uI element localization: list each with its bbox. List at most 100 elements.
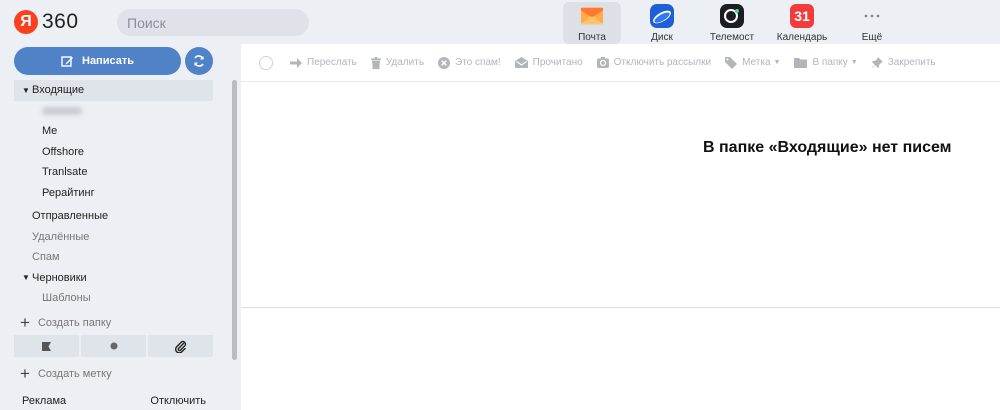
app-switcher: Почта Диск Телемост 31 Календарь Ещё [563, 2, 913, 44]
forward-button[interactable]: Переслать [290, 57, 357, 68]
unread-filter[interactable] [81, 335, 146, 357]
folder-label: Tranlsate [42, 166, 88, 179]
logo-text: 360 [42, 10, 79, 33]
top-header: Я 360 Почта [0, 0, 1000, 44]
folder-me[interactable]: Me [14, 121, 213, 142]
sidebar-scrollbar[interactable] [232, 80, 237, 360]
app-calendar[interactable]: 31 Календарь [773, 2, 831, 44]
folder-blurred[interactable] [14, 101, 213, 122]
move-to-folder-label: В папку [812, 57, 848, 68]
move-to-folder-button[interactable]: В папку ▼ [794, 57, 858, 68]
yandex-360-logo[interactable]: Я 360 [14, 8, 79, 36]
flag-icon [42, 341, 51, 351]
spam-icon [438, 56, 451, 69]
create-folder-label: Создать папку [37, 316, 112, 329]
folder-inbox[interactable]: ▼ Входящие [14, 80, 213, 101]
unsubscribe-icon [596, 57, 609, 68]
folder-deleted[interactable]: Удалённые [14, 227, 213, 248]
unread-dot-icon [110, 342, 117, 350]
tag-icon [725, 56, 738, 69]
folder-translate[interactable]: Tranlsate [14, 162, 213, 183]
logo-mark: Я [14, 10, 38, 34]
folder-label: Шаблоны [42, 292, 91, 305]
trash-icon [370, 56, 381, 69]
folder-offshore[interactable]: Offshore [14, 142, 213, 163]
folder-label: Отправленные [32, 210, 109, 223]
ad-disable-link[interactable]: Отключить [150, 395, 206, 407]
ad-row: Реклама Отключить [22, 395, 206, 407]
spam-button[interactable]: Это спам! [438, 56, 501, 69]
more-dots-icon [860, 4, 884, 28]
flag-filter[interactable] [14, 335, 79, 357]
attachment-filter[interactable] [148, 335, 213, 357]
folder-list: ▼ Входящие Me Offshore Tranlsate Рерайти… [14, 80, 213, 309]
paperclip-icon [174, 340, 187, 353]
ad-label: Реклама [22, 395, 67, 407]
delete-button[interactable]: Удалить [370, 56, 425, 69]
refresh-button[interactable] [185, 47, 213, 75]
app-telemost-label: Телемост [709, 32, 755, 43]
message-area: Переслать Удалить Это спам! Прочитано От… [241, 44, 1000, 410]
sidebar: Написать ▼ Входящие Me Offshore Tranlsat… [0, 44, 240, 410]
chevron-down-icon: ▼ [773, 59, 781, 66]
search-box[interactable] [117, 9, 309, 36]
mark-read-label: Прочитано [532, 57, 583, 68]
create-label-label: Создать метку [37, 367, 112, 380]
refresh-icon [194, 55, 204, 67]
telemost-camera-icon [720, 4, 744, 28]
unsubscribe-button[interactable]: Отключить рассылки [596, 57, 712, 68]
create-label-link[interactable]: + Создать метку [20, 365, 112, 382]
folder-templates[interactable]: Шаблоны [14, 288, 213, 309]
app-more[interactable]: Ещё [843, 2, 901, 44]
app-more-label: Ещё [861, 32, 883, 43]
app-mail[interactable]: Почта [563, 2, 621, 44]
app-calendar-label: Календарь [776, 32, 828, 43]
delete-label: Удалить [385, 57, 425, 68]
message-toolbar: Переслать Удалить Это спам! Прочитано От… [241, 44, 1000, 82]
content-divider [241, 307, 1000, 308]
compose-button[interactable]: Написать [14, 47, 181, 75]
search-input[interactable] [127, 14, 308, 31]
forward-label: Переслать [307, 57, 357, 68]
folder-icon [794, 58, 808, 68]
label-button[interactable]: Метка ▼ [725, 56, 781, 69]
folder-drafts[interactable]: ▼ Черновики [14, 268, 213, 289]
folder-sent[interactable]: Отправленные [14, 206, 213, 227]
unsubscribe-label: Отключить рассылки [613, 57, 712, 68]
blurred-folder-name [42, 106, 82, 115]
app-mail-label: Почта [578, 32, 606, 43]
disk-icon [650, 4, 674, 28]
mark-read-button[interactable]: Прочитано [514, 57, 583, 68]
collapse-triangle-icon[interactable]: ▼ [22, 86, 30, 95]
compose-pencil-icon [61, 55, 73, 67]
calendar-day-number: 31 [794, 8, 810, 24]
collapse-triangle-icon[interactable]: ▼ [22, 273, 30, 282]
folder-label: Me [42, 125, 58, 138]
folder-label: Входящие [32, 84, 85, 97]
app-disk[interactable]: Диск [633, 2, 691, 44]
compose-button-label: Написать [82, 55, 134, 67]
app-disk-label: Диск [651, 32, 673, 43]
app-telemost[interactable]: Телемост [703, 2, 761, 44]
select-all-checkbox[interactable] [259, 55, 273, 70]
forward-arrow-icon [290, 57, 302, 68]
create-folder-link[interactable]: + Создать папку [20, 314, 111, 331]
mail-envelope-icon [580, 4, 604, 28]
folder-label: Offshore [42, 145, 84, 158]
pin-label: Закрепить [887, 57, 936, 68]
folder-label: Рерайтинг [42, 186, 95, 199]
label-label: Метка [742, 57, 771, 68]
plus-icon: + [20, 313, 30, 332]
folder-label: Удалённые [32, 230, 90, 243]
spam-label: Это спам! [455, 57, 501, 68]
folder-label: Черновики [32, 271, 87, 284]
calendar-icon: 31 [790, 4, 814, 28]
read-envelope-icon [514, 57, 528, 68]
pin-button[interactable]: Закрепить [871, 56, 936, 69]
folder-rewriting[interactable]: Рерайтинг [14, 183, 213, 204]
label-filter-bar [14, 335, 213, 357]
pin-icon [871, 56, 883, 68]
folder-label: Спам [32, 251, 60, 264]
folder-spam[interactable]: Спам [14, 247, 213, 268]
empty-folder-message: В папке «Входящие» нет писем [703, 139, 952, 156]
